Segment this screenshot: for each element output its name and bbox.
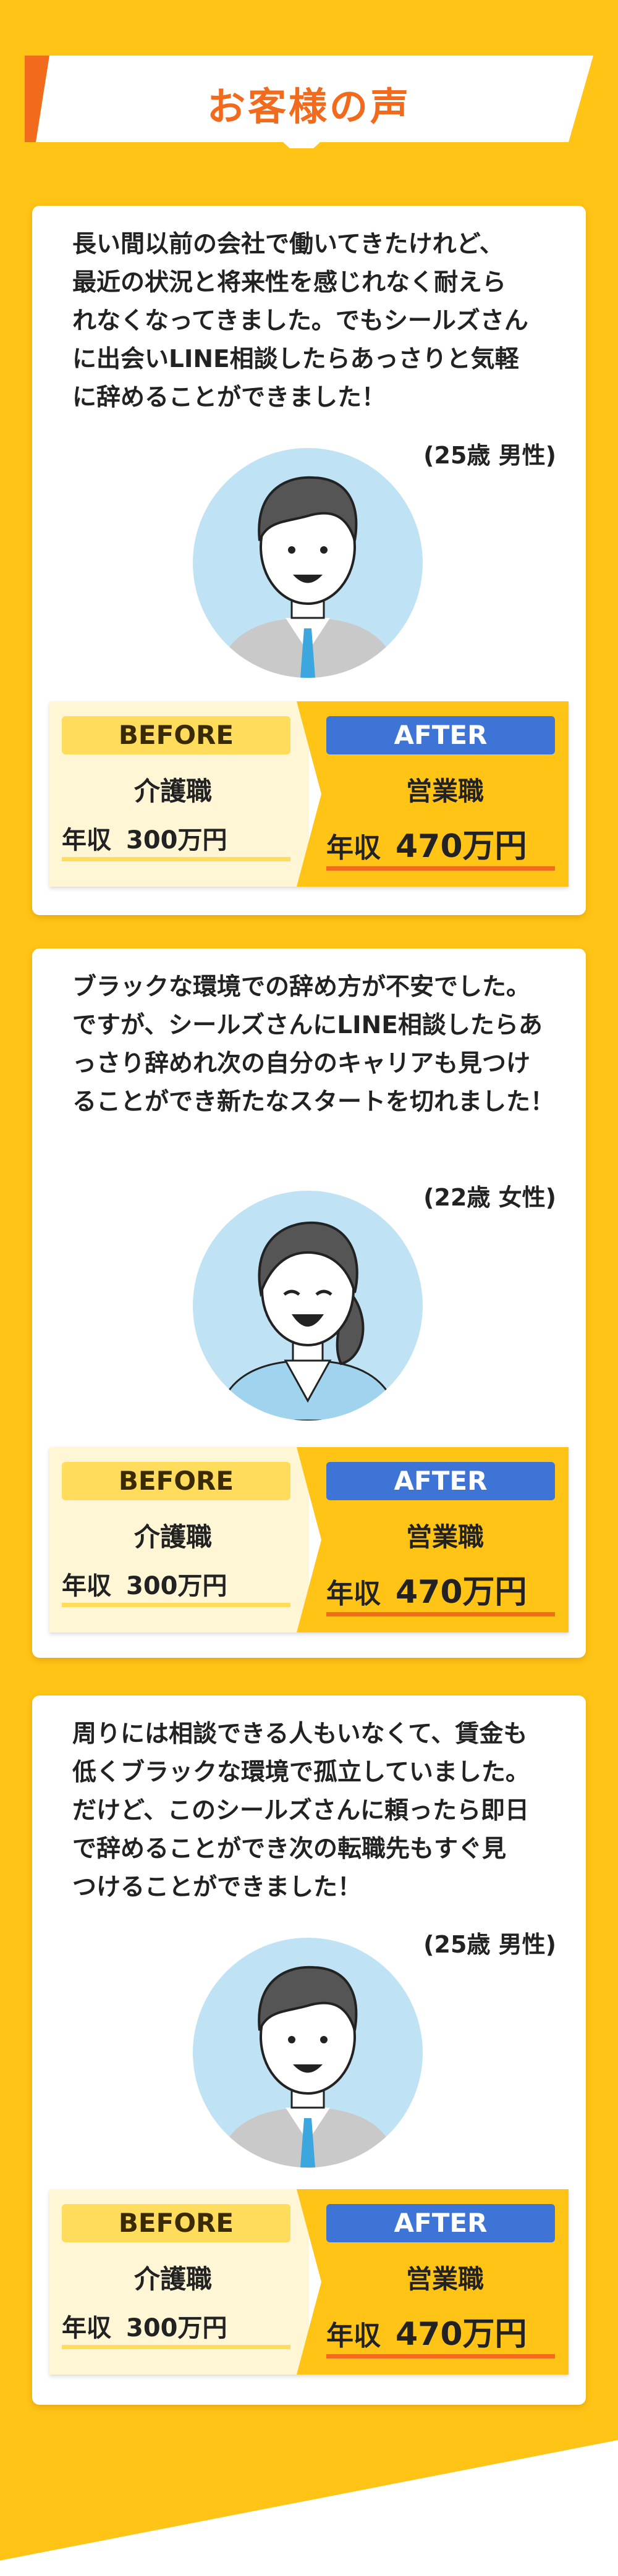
before-badge: BEFORE bbox=[62, 716, 290, 754]
after-salary: 年収 470万円 bbox=[326, 820, 555, 871]
before-job: 介護職 bbox=[133, 2264, 212, 2294]
before-badge: BEFORE bbox=[62, 1462, 290, 1500]
after-job: 営業職 bbox=[405, 2264, 484, 2294]
before-badge: BEFORE bbox=[62, 2204, 290, 2242]
testimonial-quote: 長い間以前の会社で働いてきたけれど、 最近の状況と将来性を感じれなく耐えら れな… bbox=[72, 230, 528, 412]
salary-value: 470万円 bbox=[396, 828, 527, 865]
after-salary: 年収 470万円 bbox=[326, 2308, 555, 2359]
male-avatar-icon bbox=[193, 448, 423, 678]
testimonial-card: 長い間以前の会社で働いてきたけれど、 最近の状況と将来性を感じれなく耐えら れな… bbox=[32, 206, 586, 915]
page-title: お客様の声 bbox=[206, 84, 411, 129]
before-after-panel: BEFORE AFTER 介護職 営業職 年収 300万円 年収 470万円 bbox=[49, 701, 569, 887]
salary-label: 年収 bbox=[326, 2320, 381, 2352]
female-avatar-icon bbox=[193, 1191, 423, 1421]
before-salary: 年収 300万円 bbox=[62, 1566, 290, 1607]
testimonial-quote: 周りには相談できる人もいなくて、賃金も 低くブラックな環境で孤立していました。 … bbox=[72, 1720, 530, 1901]
testimonial-card: 周りには相談できる人もいなくて、賃金も 低くブラックな環境で孤立していました。 … bbox=[32, 1696, 586, 2405]
after-badge: AFTER bbox=[326, 1462, 555, 1500]
after-badge: AFTER bbox=[326, 2204, 555, 2242]
customer-age: (25歳 男性) bbox=[423, 1931, 556, 1958]
customer-age: (25歳 男性) bbox=[423, 442, 556, 469]
before-salary: 年収 300万円 bbox=[62, 2308, 290, 2349]
testimonial-quote: ブラックな環境での辞め方が不安でした。 ですが、シールズさんにLINE相談したら… bbox=[72, 973, 555, 1116]
before-after-panel: BEFORE AFTER 介護職 営業職 年収 300万円 年収 470万円 bbox=[49, 1447, 569, 1632]
salary-label: 年収 bbox=[62, 826, 111, 855]
before-job: 介護職 bbox=[133, 776, 212, 806]
salary-label: 年収 bbox=[62, 1572, 111, 1600]
testimonial-card: ブラックな環境での辞め方が不安でした。 ですが、シールズさんにLINE相談したら… bbox=[32, 948, 586, 1658]
salary-label: 年収 bbox=[62, 2314, 111, 2342]
salary-label: 年収 bbox=[326, 832, 381, 864]
customer-age: (22歳 女性) bbox=[423, 1184, 556, 1211]
male-avatar-icon bbox=[193, 1938, 423, 2168]
footer-decoration bbox=[0, 2440, 618, 2576]
salary-value: 470万円 bbox=[396, 1574, 527, 1611]
salary-label: 年収 bbox=[326, 1578, 381, 1610]
after-job: 営業職 bbox=[405, 1522, 484, 1552]
section-header: お客様の声 bbox=[25, 49, 593, 148]
salary-value: 300万円 bbox=[126, 1572, 227, 1600]
before-salary: 年収 300万円 bbox=[62, 820, 290, 861]
before-job: 介護職 bbox=[133, 1522, 212, 1552]
salary-value: 470万円 bbox=[396, 2316, 527, 2353]
salary-value: 300万円 bbox=[126, 2314, 227, 2342]
after-job: 営業職 bbox=[405, 776, 484, 806]
after-badge: AFTER bbox=[326, 716, 555, 754]
before-after-panel: BEFORE AFTER 介護職 営業職 年収 300万円 年収 470万円 bbox=[49, 2189, 569, 2375]
after-salary: 年収 470万円 bbox=[326, 1566, 555, 1616]
salary-value: 300万円 bbox=[126, 826, 227, 855]
